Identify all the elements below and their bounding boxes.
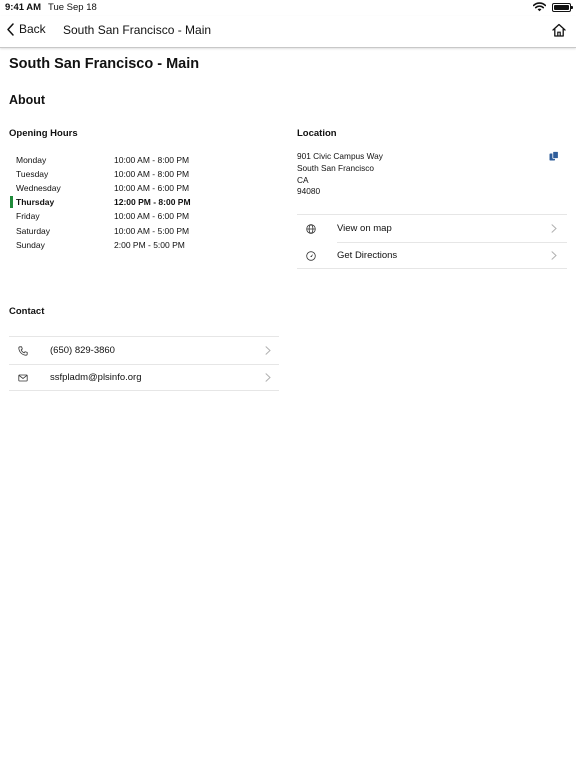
address-line: CA [297,174,309,185]
mail-icon [18,374,28,382]
hours-time: 10:00 AM - 8:00 PM [114,169,190,180]
directions-icon [306,251,316,261]
hours-day: Sunday [16,239,45,250]
contact-list: (650) 829-3860 ssfpladm@plsinfo.org [9,336,279,391]
hours-row-tuesday: Tuesday 10:00 AM - 8:00 PM [9,167,279,181]
location-label: Location [297,128,337,139]
status-bar: 9:41 AM Tue Sep 18 [0,0,576,16]
location-actions: View on map Get Directions [297,214,567,269]
hours-day: Saturday [16,225,51,236]
wifi-icon [533,2,546,12]
hours-time: 10:00 AM - 6:00 PM [114,211,190,222]
hours-day: Friday [16,211,40,222]
hours-day: Thursday [16,197,55,208]
about-heading: About [9,93,46,107]
hours-row-friday: Friday 10:00 AM - 6:00 PM [9,209,279,223]
hours-row-wednesday: Wednesday 10:00 AM - 6:00 PM [9,181,279,195]
copy-icon[interactable] [549,151,559,161]
navigation-bar: Back South San Francisco - Main [0,16,576,48]
hours-day: Monday [16,155,47,166]
globe-icon [306,224,316,234]
email-row[interactable]: ssfpladm@plsinfo.org [9,364,279,391]
address-line: 94080 [297,186,321,197]
opening-hours-label: Opening Hours [9,128,78,139]
chevron-right-icon [265,346,271,355]
chevron-left-icon [7,22,14,36]
address-line: South San Francisco [297,162,375,173]
view-on-map-label: View on map [337,223,392,234]
battery-icon [552,2,573,12]
hours-time: 10:00 AM - 6:00 PM [114,183,190,194]
hours-day: Wednesday [16,183,61,194]
chevron-right-icon [551,224,557,233]
contact-label: Contact [9,306,45,317]
hours-time: 2:00 PM - 5:00 PM [114,239,185,250]
phone-number: (650) 829-3860 [50,345,115,356]
home-icon[interactable] [551,22,567,38]
phone-icon [18,346,28,356]
status-time: 9:41 AM [5,2,42,13]
hours-list: Monday 10:00 AM - 8:00 PM Tuesday 10:00 … [9,153,279,252]
page-title: South San Francisco - Main [9,56,200,72]
location-section: Location 901 Civic Campus Way South San … [297,128,567,198]
address: 901 Civic Campus Way South San Francisco… [297,151,567,198]
hours-time: 10:00 AM - 8:00 PM [114,155,190,166]
get-directions-label: Get Directions [337,249,398,261]
status-date: Tue Sep 18 [48,2,97,13]
opening-hours-section: Opening Hours Monday 10:00 AM - 8:00 PM … [9,128,279,252]
view-on-map-row[interactable]: View on map [297,215,567,242]
hours-time: 12:00 PM - 8:00 PM [114,197,191,208]
hours-row-sunday: Sunday 2:00 PM - 5:00 PM [9,238,279,252]
chevron-right-icon [551,251,557,260]
hours-row-saturday: Saturday 10:00 AM - 5:00 PM [9,223,279,237]
get-directions-row[interactable]: Get Directions [297,242,567,269]
back-button[interactable]: Back [6,22,46,36]
email-address: ssfpladm@plsinfo.org [50,371,142,383]
hours-time: 10:00 AM - 5:00 PM [114,225,190,236]
chevron-right-icon [265,373,271,382]
hours-day: Tuesday [16,169,49,180]
phone-row[interactable]: (650) 829-3860 [9,337,279,364]
hours-row-thursday-today: Thursday 12:00 PM - 8:00 PM [9,195,279,209]
hours-row-monday: Monday 10:00 AM - 8:00 PM [9,153,279,167]
status-icons [533,2,573,12]
address-line: 901 Civic Campus Way [297,151,383,161]
back-label: Back [19,22,46,36]
nav-title: South San Francisco - Main [63,23,212,37]
